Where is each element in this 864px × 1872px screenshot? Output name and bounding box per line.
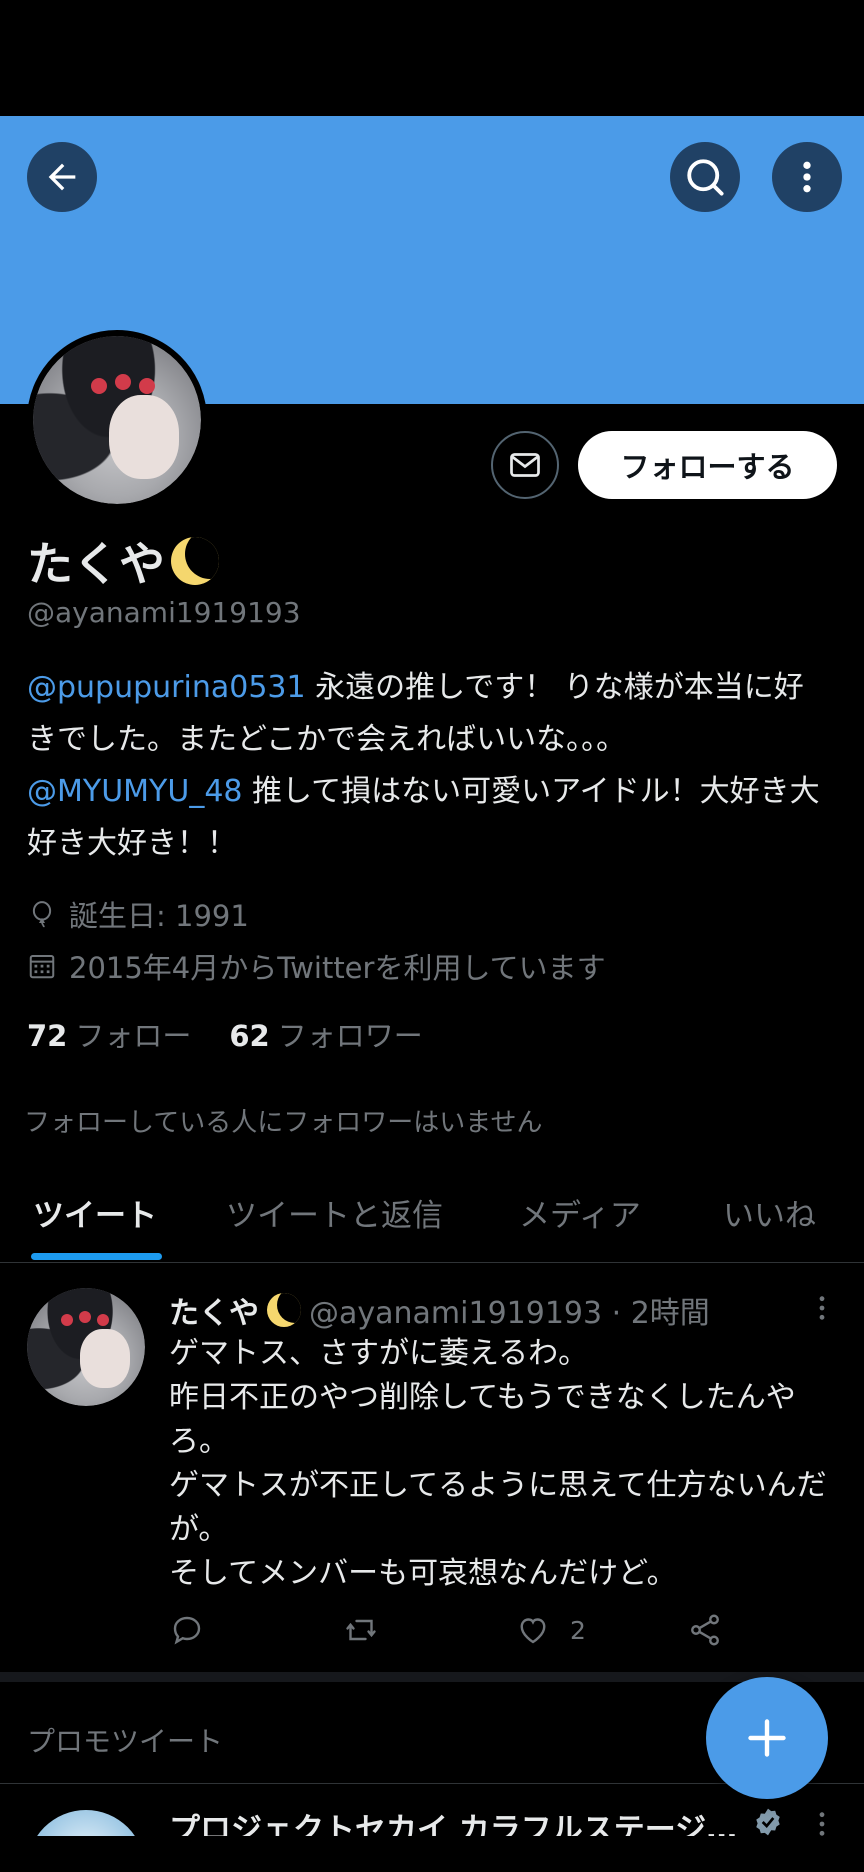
calendar-icon	[29, 955, 55, 979]
crescent-moon-icon	[171, 537, 219, 585]
tab-media[interactable]: メディア	[519, 1190, 641, 1235]
profile-tabs: ツイート ツイートと返信 メディア いいね	[0, 1168, 864, 1263]
compose-tweet-button[interactable]	[706, 1677, 828, 1799]
followers-link[interactable]: 62 フォロワー	[229, 1013, 422, 1055]
mutual-followers-note: フォローしている人にフォロワーはいません	[24, 1108, 543, 1138]
arrow-left-icon	[48, 163, 76, 191]
profile-handle: @ayanami1919193	[27, 596, 301, 629]
bio-mention-link[interactable]: @MYUMYU_48	[27, 774, 243, 809]
active-tab-indicator	[31, 1253, 162, 1260]
birthday-row: 誕生日: 1991	[27, 893, 249, 935]
tweet-item[interactable]: たくや @ayanami1919193 · 2時間 ゲマトス、さすがに萎えるわ。…	[0, 1264, 864, 1682]
tweet-avatar[interactable]	[27, 1288, 145, 1406]
bio-mention-link[interactable]: @pupupurina0531	[27, 670, 306, 705]
following-link[interactable]: 72 フォロー	[27, 1013, 191, 1055]
tweet-actions: 2	[169, 1612, 749, 1652]
heart-icon	[520, 1618, 546, 1644]
message-button[interactable]	[491, 431, 559, 499]
tab-tweets[interactable]: ツイート	[33, 1190, 157, 1235]
share-button[interactable]	[687, 1612, 723, 1648]
crescent-moon-icon	[267, 1293, 301, 1327]
share-icon	[691, 1614, 719, 1646]
search-button[interactable]	[670, 142, 740, 212]
tab-tweets-and-replies[interactable]: ツイートと返信	[226, 1190, 443, 1235]
envelope-icon	[510, 453, 540, 477]
more-options-button[interactable]	[772, 142, 842, 212]
tweet-header: たくや @ayanami1919193 · 2時間	[169, 1288, 710, 1332]
display-name-text: たくや	[27, 537, 165, 591]
tab-likes[interactable]: いいね	[723, 1190, 816, 1235]
like-count: 2	[570, 1615, 586, 1645]
tweet-author-name[interactable]: たくや	[169, 1288, 259, 1332]
avatar-image	[27, 1288, 145, 1406]
tweet-meta: @ayanami1919193 · 2時間	[309, 1296, 710, 1331]
retweet-icon	[346, 1619, 376, 1641]
joined-text: 2015年4月からTwitterを利用しています	[69, 951, 606, 985]
back-button[interactable]	[27, 142, 97, 212]
search-icon	[687, 159, 724, 196]
follow-stats: 72 フォロー 62 フォロワー	[27, 1013, 423, 1055]
profile-bio: @pupupurina0531 永遠の推しです！ りな様が本当に好きでした。また…	[27, 662, 827, 870]
plus-icon	[748, 1719, 786, 1757]
tweet-more-button[interactable]	[810, 1292, 834, 1328]
retweet-button[interactable]	[341, 1612, 381, 1648]
like-button[interactable]: 2	[514, 1612, 586, 1648]
more-vertical-icon	[819, 1296, 825, 1320]
follow-button[interactable]: フォローする	[578, 431, 837, 499]
balloon-icon	[32, 901, 52, 928]
reply-icon	[173, 1616, 201, 1645]
profile-avatar[interactable]	[27, 330, 207, 510]
joined-row: 2015年4月からTwitterを利用しています	[27, 945, 606, 987]
status-bar	[0, 0, 864, 116]
more-vertical-icon	[803, 161, 811, 193]
reply-button[interactable]	[169, 1612, 205, 1648]
promoted-tweet-label: プロモツイート	[27, 1725, 224, 1758]
tweet-text: ゲマトス、さすがに萎えるわ。 昨日不正のやつ削除してもうできなくしたんやろ。 ゲ…	[169, 1336, 827, 1591]
display-name: たくや	[27, 528, 219, 594]
bottom-clip	[0, 1836, 864, 1872]
avatar-image	[33, 336, 201, 504]
birthday-text: 誕生日: 1991	[69, 899, 249, 933]
